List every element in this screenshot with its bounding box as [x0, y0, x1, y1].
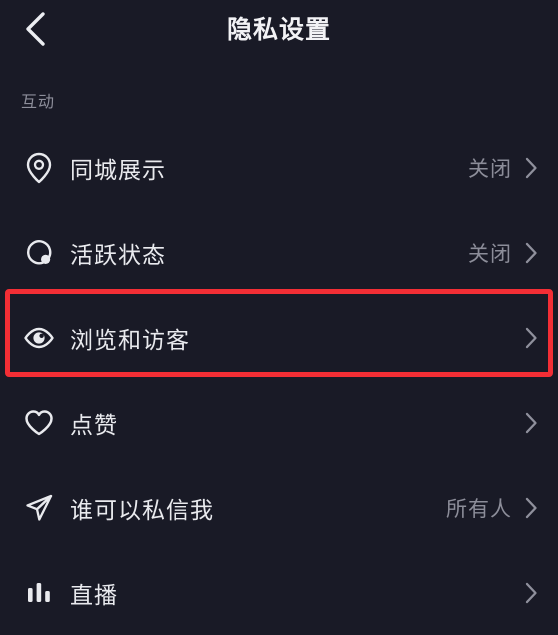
heart-icon	[20, 404, 58, 442]
list-item-label: 同城展示	[70, 156, 166, 183]
paper-plane-icon	[20, 489, 58, 527]
settings-list: 同城展示 关闭 活跃状态 关闭 浏览和访客 点赞 谁可以私信我 所有人 直播	[0, 125, 558, 635]
chevron-right-icon	[524, 412, 538, 434]
eye-icon	[20, 319, 58, 357]
live-bars-icon	[20, 574, 58, 612]
list-item-browsing-and-visitors[interactable]: 浏览和访客	[0, 295, 558, 380]
list-item-value: 关闭	[468, 242, 512, 266]
list-item[interactable]: 同城展示 关闭	[0, 125, 558, 210]
list-item-label: 活跃状态	[70, 241, 166, 268]
list-item[interactable]: 点赞	[0, 380, 558, 465]
list-item-label: 点赞	[70, 411, 118, 438]
chevron-right-icon	[524, 242, 538, 264]
list-item[interactable]: 谁可以私信我 所有人	[0, 465, 558, 550]
page-title: 隐私设置	[226, 16, 331, 44]
list-item-label: 浏览和访客	[70, 326, 190, 353]
active-status-icon	[20, 234, 58, 272]
location-pin-icon	[20, 149, 58, 187]
list-item[interactable]: 活跃状态 关闭	[0, 210, 558, 295]
section-label-interaction: 互动	[21, 94, 56, 111]
list-item-value: 所有人	[446, 497, 512, 521]
list-item-value: 关闭	[468, 157, 512, 181]
list-item[interactable]: 直播	[0, 550, 558, 635]
chevron-right-icon	[524, 582, 538, 604]
chevron-right-icon	[524, 497, 538, 519]
list-item-label: 谁可以私信我	[70, 496, 214, 523]
page-header: 隐私设置	[0, 0, 558, 60]
chevron-right-icon	[524, 157, 538, 179]
chevron-right-icon	[524, 327, 538, 349]
list-item-label: 直播	[70, 581, 118, 608]
